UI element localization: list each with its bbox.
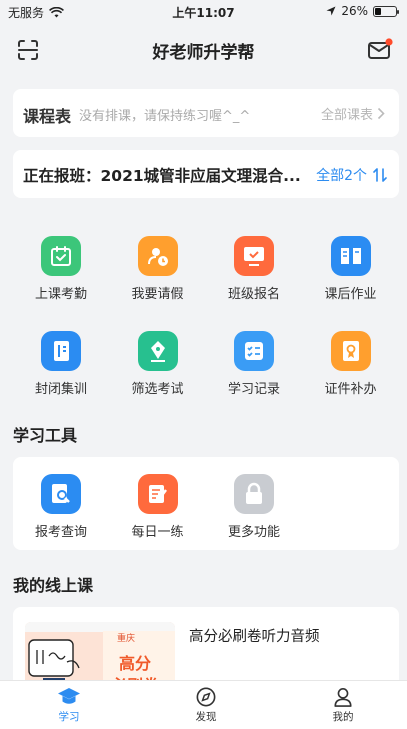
grid-item-label: 每日一练: [131, 525, 184, 540]
tools-card: 报考查询 每日一练 更多功能: [13, 457, 399, 550]
grid-item-label: 报考查询: [34, 525, 87, 540]
grid-item-label: 我要请假: [131, 287, 184, 302]
grid-item-label: 班级报名: [227, 287, 280, 302]
online-section-title: 我的线上课: [13, 576, 94, 595]
schedule-title: 课程表: [23, 107, 72, 126]
calendar-check-icon: [41, 236, 81, 276]
certificate-icon: [330, 331, 371, 371]
checklist-icon: [234, 331, 274, 371]
pen-nib-icon: [137, 331, 178, 371]
tab-bar: 学习 发现 我的: [0, 680, 407, 729]
grid-item-certificate[interactable]: 证件补办: [303, 331, 399, 397]
status-bar: 无服务 上午11:07 26%: [0, 0, 407, 24]
edit-note-icon: [137, 474, 178, 514]
book-icon: [330, 236, 371, 276]
all-classes-label: 全部2个: [316, 168, 367, 184]
course-title: 高分必刷卷听力音频: [189, 629, 320, 645]
lock-icon: [234, 474, 274, 514]
all-classes-link[interactable]: 全部2个: [316, 165, 387, 185]
grid-item-person-clock[interactable]: 我要请假: [110, 236, 206, 302]
app-header: 好老师升学帮: [0, 30, 407, 70]
enrolled-class-text: 正在报班：2021城管非应届文理混合...: [23, 167, 301, 185]
user-icon: [334, 688, 352, 707]
tab-mine-label: 我的: [332, 711, 354, 723]
cover-tag: 重庆: [117, 634, 136, 644]
quick-actions-grid: 上课考勤 我要请假 班级报名 课后作业封闭集训 筛选考试 学习记录 证件补办: [13, 236, 399, 397]
cover-line-1: 高分: [119, 654, 152, 673]
all-schedule-label: 全部课表: [320, 108, 373, 123]
tools-grid: 报考查询 每日一练 更多功能: [13, 474, 399, 544]
sort-icon: [373, 168, 387, 182]
grid-item-lock[interactable]: 更多功能: [206, 474, 302, 540]
schedule-card[interactable]: 课程表 没有排课，请保持练习喔^_^ 全部课表: [13, 89, 399, 137]
grid-item-label: 封闭集训: [34, 382, 87, 397]
grid-item-label: 课后作业: [324, 287, 377, 302]
graduation-cap-icon: [58, 688, 80, 704]
schedule-empty-text: 没有排课，请保持练习喔^_^: [79, 109, 251, 124]
grid-item-label: 筛选考试: [131, 382, 184, 397]
tab-mine[interactable]: 我的: [303, 687, 383, 724]
grid-item-notebook[interactable]: 封闭集训: [13, 331, 109, 397]
battery-percent: 26%: [341, 4, 368, 18]
notebook-icon: [41, 331, 81, 371]
tab-discover-label: 发现: [195, 711, 217, 723]
battery-icon: [373, 5, 399, 17]
grid-item-calendar-check[interactable]: 上课考勤: [13, 236, 109, 302]
grid-item-pen-nib[interactable]: 筛选考试: [110, 331, 206, 397]
location-arrow-icon: [326, 6, 336, 16]
status-right: 26%: [326, 4, 399, 18]
enrolled-class-card[interactable]: 正在报班：2021城管非应届文理混合... 全部2个: [13, 150, 399, 198]
tab-study[interactable]: 学习: [29, 687, 109, 724]
grid-item-checklist[interactable]: 学习记录: [206, 331, 302, 397]
mail-icon[interactable]: [367, 38, 393, 62]
grid-item-label: 证件补办: [324, 382, 377, 397]
grid-item-label: 学习记录: [227, 382, 280, 397]
all-schedule-link[interactable]: 全部课表: [321, 104, 385, 123]
grid-item-edit-note[interactable]: 每日一练: [110, 474, 206, 540]
compass-icon: [196, 687, 216, 707]
page-title: 好老师升学帮: [152, 43, 255, 63]
grid-item-label: 更多功能: [227, 525, 280, 540]
monitor-check-icon: [234, 236, 274, 276]
search-doc-icon: [41, 474, 81, 514]
battery-level: [375, 7, 381, 15]
tools-section-title: 学习工具: [13, 426, 78, 445]
tab-discover[interactable]: 发现: [166, 687, 246, 724]
grid-item-monitor-check[interactable]: 班级报名: [206, 236, 302, 302]
tab-study-label: 学习: [58, 711, 80, 723]
person-clock-icon: [137, 236, 178, 276]
grid-item-book[interactable]: 课后作业: [303, 236, 399, 302]
grid-item-search-doc[interactable]: 报考查询: [13, 474, 109, 540]
chevron-right-icon: [377, 107, 385, 120]
grid-item-label: 上课考勤: [34, 287, 87, 302]
